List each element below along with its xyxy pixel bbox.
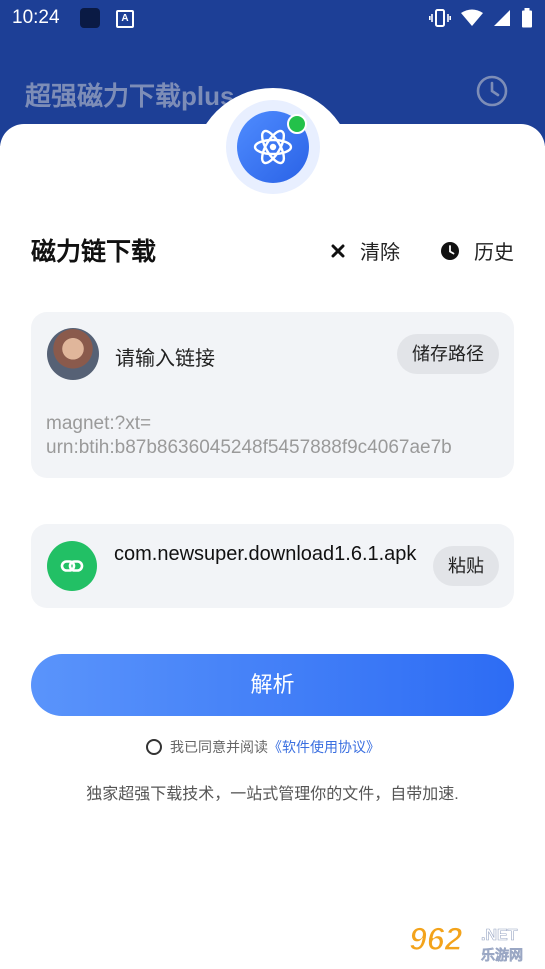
svg-text:.NET: .NET <box>481 927 518 944</box>
package-name: com.newsuper.download1.6.1.apk <box>114 543 417 565</box>
clear-label: 清除 <box>360 242 400 264</box>
svg-text:乐游网: 乐游网 <box>481 947 523 964</box>
vibrate-icon <box>429 9 451 27</box>
link-icon <box>60 560 84 572</box>
clock-icon <box>441 241 459 260</box>
link-icon-badge <box>47 541 97 591</box>
status-bar: 10:24 A <box>0 0 545 36</box>
atom-icon <box>253 129 293 165</box>
history-button[interactable]: 历史 <box>440 236 514 265</box>
signal-icon <box>494 10 510 26</box>
save-path-button[interactable]: 储存路径 <box>397 334 499 374</box>
history-label: 历史 <box>474 242 514 264</box>
package-card: com.newsuper.download1.6.1.apk 粘贴 <box>31 524 514 608</box>
clear-button[interactable]: 清除 <box>330 236 400 265</box>
link-prompt: 请输入链接 <box>115 348 215 370</box>
user-avatar <box>47 328 99 380</box>
close-icon <box>331 244 345 257</box>
section-title: 磁力链下载 <box>31 238 157 266</box>
notification-icon <box>80 8 100 28</box>
magnet-line-1: magnet:?xt= <box>46 413 152 434</box>
tagline: 独家超强下载技术，一站式管理你的文件，自带加速. <box>86 786 459 803</box>
agreement-text: 我已同意并阅读 <box>170 739 268 755</box>
font-notification-icon: A <box>116 10 134 28</box>
svg-text:962: 962 <box>409 921 463 957</box>
history-clock-icon[interactable] <box>475 74 509 108</box>
parse-button[interactable]: 解析 <box>31 654 514 716</box>
app-title: 超强磁力下载plus <box>25 81 235 111</box>
agreement-row: 我已同意并阅读 《软件使用协议》 <box>146 737 380 757</box>
link-input-card: 请输入链接 储存路径 magnet:?xt= urn:btih:b87b8636… <box>31 312 514 478</box>
magnet-line-2: urn:btih:b87b8636045248f5457888f9c4067ae… <box>46 437 452 458</box>
battery-icon <box>522 8 532 28</box>
watermark-logo: 962 .NET 乐游网 <box>407 918 539 964</box>
wifi-icon <box>461 9 483 26</box>
magnet-input[interactable]: magnet:?xt= urn:btih:b87b8636045248f5457… <box>46 412 501 460</box>
online-status-dot <box>287 114 307 134</box>
status-icons <box>429 8 533 28</box>
paste-button[interactable]: 粘贴 <box>433 546 499 586</box>
agreement-radio[interactable] <box>146 739 162 755</box>
status-time: 10:24 <box>12 7 60 28</box>
agreement-link[interactable]: 《软件使用协议》 <box>268 737 380 757</box>
